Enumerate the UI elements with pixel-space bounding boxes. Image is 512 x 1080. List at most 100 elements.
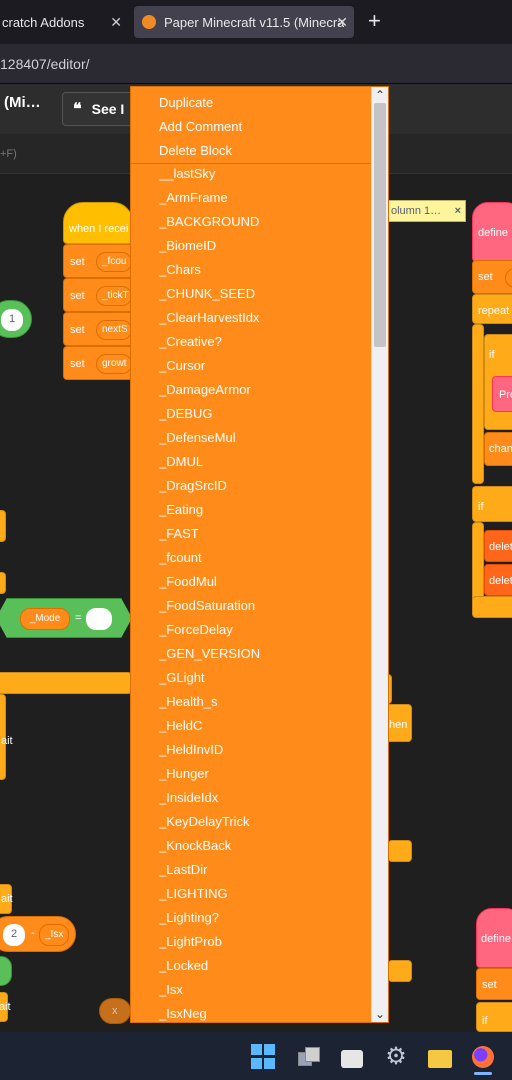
menu-item-variable[interactable]: _Locked: [159, 958, 208, 974]
firefox-icon[interactable]: [470, 1044, 496, 1070]
control-block-edge[interactable]: [0, 510, 6, 542]
menu-item-add-comment[interactable]: Add Comment: [159, 119, 242, 135]
menu-item-variable[interactable]: __lastSky: [159, 166, 215, 182]
custom-reporter[interactable]: Pro: [492, 376, 512, 412]
delete-block[interactable]: delet: [484, 564, 512, 596]
menu-item-variable[interactable]: _Eating: [159, 502, 203, 518]
menu-item-variable[interactable]: _LastDir: [159, 862, 207, 878]
variable-dropdown[interactable]: _tickT: [96, 286, 132, 306]
set-block[interactable]: set nextS: [63, 312, 133, 346]
menu-item-variable[interactable]: _Lighting?: [159, 910, 219, 926]
mode-variable-reporter[interactable]: _Mode: [20, 608, 70, 630]
define-block[interactable]: define: [476, 908, 512, 968]
variable-dropdown[interactable]: [505, 268, 512, 288]
menu-item-variable[interactable]: _HeldC: [159, 718, 202, 734]
menu-item-variable[interactable]: _GEN_VERSION: [159, 646, 260, 662]
menu-item-variable[interactable]: _IsxNeg: [159, 1006, 207, 1022]
menu-item-delete-block[interactable]: Delete Block: [159, 143, 232, 159]
scroll-down-icon[interactable]: ⌄: [372, 1006, 388, 1022]
control-block-bar[interactable]: [0, 672, 132, 694]
menu-item-variable[interactable]: _ClearHarvestIdx: [159, 310, 259, 326]
menu-item-variable[interactable]: _FoodMul: [159, 574, 217, 590]
menu-item-variable[interactable]: _ArmFrame: [159, 190, 228, 206]
variable-dropdown[interactable]: growt: [96, 354, 132, 374]
repeat-block[interactable]: repeat: [472, 294, 512, 324]
set-block[interactable]: set _tickT: [63, 278, 133, 312]
variable-dropdown[interactable]: _fcou: [96, 252, 132, 272]
menu-item-variable[interactable]: _Cursor: [159, 358, 205, 374]
menu-item-variable[interactable]: _BiomeID: [159, 238, 216, 254]
file-explorer-icon[interactable]: [427, 1044, 453, 1070]
menu-item-variable[interactable]: _FAST: [159, 526, 199, 542]
menu-item-variable[interactable]: _DefenseMul: [159, 430, 236, 446]
control-block-edge[interactable]: [388, 840, 412, 862]
if-block[interactable]: if: [472, 486, 512, 522]
store-icon[interactable]: [339, 1044, 365, 1070]
x-reporter[interactable]: x: [99, 998, 131, 1024]
close-comment-icon[interactable]: ×: [455, 201, 461, 221]
active-app-indicator: [474, 1072, 492, 1075]
menu-item-variable[interactable]: _KnockBack: [159, 838, 231, 854]
menu-item-variable[interactable]: _DEBUG: [159, 406, 212, 422]
task-view-icon[interactable]: [296, 1044, 322, 1070]
menu-item-variable[interactable]: _Hunger: [159, 766, 209, 782]
subtract-operator-block[interactable]: 2 - _Isx: [0, 916, 76, 952]
menu-item-variable[interactable]: _LightProb: [159, 934, 222, 950]
tab-paper-minecraft[interactable]: Paper Minecraft v11.5 (Minecraft ✕: [134, 6, 354, 38]
empty-input[interactable]: [86, 608, 112, 630]
menu-item-variable[interactable]: _Chars: [159, 262, 201, 278]
tab-scratch-addons[interactable]: cratch Addons ✕: [0, 6, 128, 38]
menu-item-duplicate[interactable]: Duplicate: [159, 95, 213, 111]
wait-block[interactable]: ait: [0, 992, 11, 1022]
set-block[interactable]: set growt: [63, 346, 133, 380]
operator-reporter[interactable]: [0, 956, 12, 986]
menu-item-variable[interactable]: _Creative?: [159, 334, 222, 350]
repeat-arm[interactable]: [472, 324, 484, 484]
comment-note[interactable]: olumn 1… ×: [384, 200, 466, 222]
number-input[interactable]: 1: [1, 309, 23, 331]
menu-item-variable[interactable]: _Isx: [159, 982, 183, 998]
menu-item-variable[interactable]: _DamageArmor: [159, 382, 251, 398]
menu-scrollbar[interactable]: ⌃ ⌄: [371, 87, 388, 1022]
if-block-bottom[interactable]: [472, 596, 512, 618]
menu-item-variable[interactable]: _fcount: [159, 550, 202, 566]
menu-item-variable[interactable]: _DMUL: [159, 454, 203, 470]
control-block-edge[interactable]: [388, 960, 412, 982]
settings-icon[interactable]: ⚙: [383, 1044, 409, 1070]
url-text[interactable]: 128407/editor/: [0, 56, 90, 72]
windows-start-icon[interactable]: [251, 1044, 277, 1070]
then-label: hen: [389, 719, 408, 731]
isx-variable-reporter[interactable]: _Isx: [39, 924, 69, 946]
define-block[interactable]: define: [472, 202, 512, 262]
menu-item-variable[interactable]: _ForceDelay: [159, 622, 233, 638]
set-block[interactable]: set: [476, 968, 512, 1000]
control-block-arm[interactable]: ait: [0, 694, 13, 780]
when-i-receive-block[interactable]: when I recei: [63, 202, 133, 244]
delete-block[interactable]: delet: [484, 530, 512, 562]
menu-item-variable[interactable]: _KeyDelayTrick: [159, 814, 250, 830]
menu-item-variable[interactable]: _GLight: [159, 670, 205, 686]
new-tab-button[interactable]: +: [368, 10, 381, 32]
menu-item-variable[interactable]: _FoodSaturation: [159, 598, 255, 614]
menu-item-variable[interactable]: _CHUNK_SEED: [159, 286, 255, 302]
menu-item-variable[interactable]: _Health_s: [159, 694, 218, 710]
operator-reporter[interactable]: 1: [0, 300, 32, 338]
menu-item-variable[interactable]: _InsideIdx: [159, 790, 218, 806]
address-bar[interactable]: 128407/editor/: [0, 44, 512, 84]
wait-block[interactable]: ait: [0, 884, 13, 914]
scrollbar-thumb[interactable]: [374, 103, 386, 347]
close-tab-icon[interactable]: ✕: [336, 14, 348, 31]
close-tab-icon[interactable]: ✕: [110, 14, 122, 31]
scroll-up-icon[interactable]: ⌃: [372, 87, 388, 103]
menu-item-variable[interactable]: _LIGHTING: [159, 886, 228, 902]
menu-item-variable[interactable]: _HeldInvID: [159, 742, 223, 758]
menu-item-variable[interactable]: _BACKGROUND: [159, 214, 259, 230]
variable-dropdown[interactable]: nextS: [96, 320, 132, 340]
menu-item-variable[interactable]: _DragSrcID: [159, 478, 227, 494]
set-block[interactable]: set: [472, 260, 512, 294]
number-input[interactable]: 2: [3, 924, 25, 946]
control-block-edge[interactable]: [0, 572, 6, 594]
change-block[interactable]: chan: [484, 432, 512, 466]
set-block[interactable]: set _fcou: [63, 244, 133, 278]
if-block[interactable]: if: [476, 1002, 512, 1032]
